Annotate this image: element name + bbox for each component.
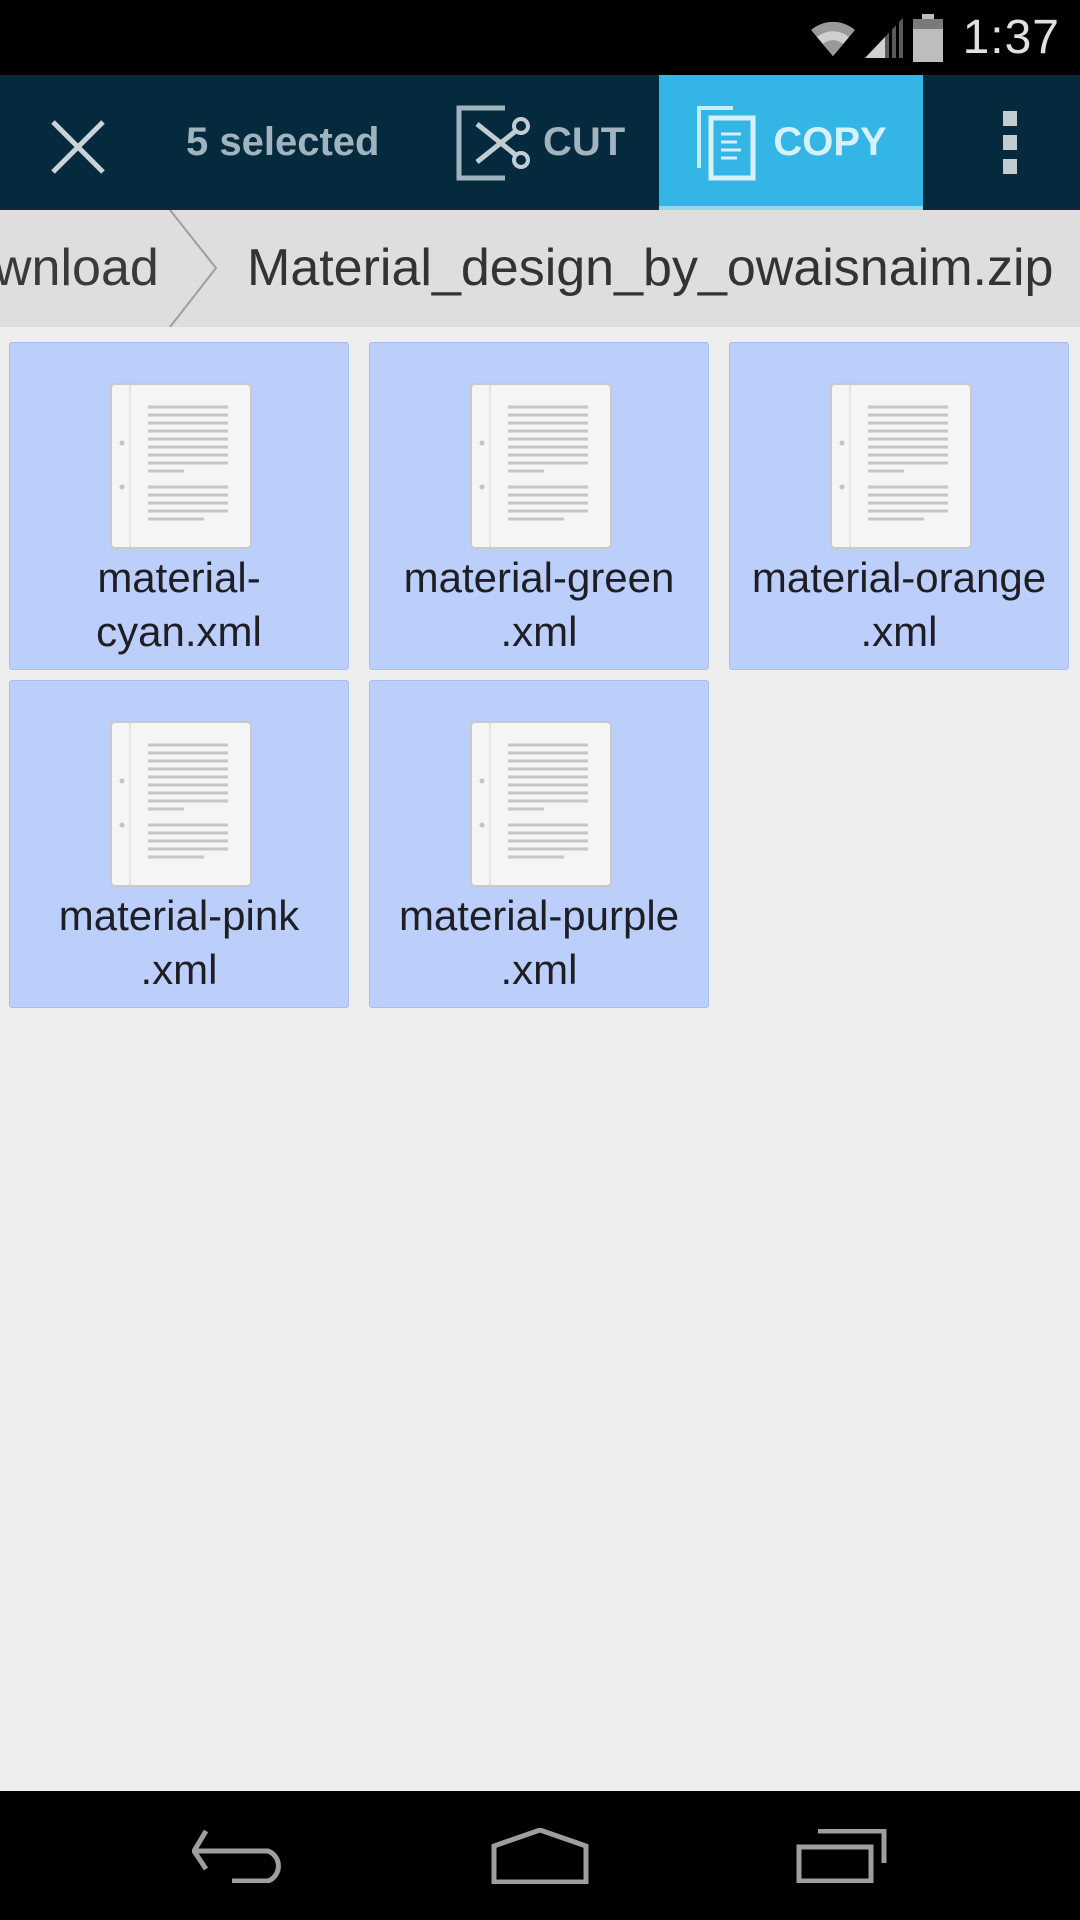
file-name-line: cyan.xml — [96, 608, 262, 655]
document-icon — [470, 721, 612, 887]
breadcrumb-item-current[interactable]: Material_design_by_owaisnaim.zip — [247, 210, 1053, 327]
file-item[interactable]: material- cyan.xml — [9, 342, 349, 670]
file-name-line: .xml — [500, 946, 578, 993]
file-name: material-orange .xml — [730, 551, 1068, 659]
status-icons: 1:37 — [809, 0, 1060, 75]
cut-icon — [456, 105, 530, 180]
more-vert-icon-dot — [1003, 135, 1017, 150]
file-name-line: .xml — [860, 608, 938, 655]
file-name: material-green .xml — [370, 551, 708, 659]
document-icon — [830, 383, 972, 549]
copy-icon — [697, 105, 756, 180]
more-vert-icon-dot — [1003, 111, 1017, 126]
selected-count: 5 selected — [186, 120, 380, 164]
document-icon — [110, 383, 252, 549]
file-name: material-purple .xml — [370, 889, 708, 997]
file-item[interactable]: material-pink .xml — [9, 680, 349, 1008]
battery-icon — [912, 13, 943, 62]
file-name-line: material-pink — [58, 892, 300, 939]
breadcrumb: wnload Material_design_by_owaisnaim.zip — [0, 210, 1080, 327]
status-clock: 1:37 — [962, 11, 1060, 64]
close-icon — [51, 120, 105, 174]
back-icon — [192, 1829, 281, 1883]
file-item[interactable]: material-green .xml — [369, 342, 709, 670]
more-vert-icon-dot — [1003, 159, 1017, 174]
breadcrumb-item-download[interactable]: wnload — [0, 210, 159, 327]
file-name-line: material-purple — [398, 892, 680, 939]
back-button[interactable] — [170, 1811, 310, 1901]
file-name-line: material-orange — [751, 554, 1047, 601]
document-icon — [470, 383, 612, 549]
close-selection-button[interactable] — [38, 107, 118, 187]
home-button[interactable] — [470, 1811, 610, 1901]
home-icon — [491, 1828, 589, 1884]
document-icon — [110, 721, 252, 887]
navigation-bar — [0, 1791, 1080, 1920]
wifi-icon — [810, 21, 855, 56]
status-bar: 1:37 — [0, 0, 1080, 75]
breadcrumb-separator-icon — [169, 210, 218, 327]
file-name-line: .xml — [500, 608, 578, 655]
file-item[interactable]: material-purple .xml — [369, 680, 709, 1008]
cut-button[interactable]: CUT — [455, 75, 655, 210]
file-name-line: material-green — [403, 554, 675, 601]
recents-button[interactable] — [774, 1811, 914, 1901]
file-name-line: material- — [97, 554, 261, 601]
cut-label: CUT — [543, 120, 626, 164]
contextual-action-bar: 5 selected CUT COPY — [0, 75, 1080, 210]
file-name-line: .xml — [140, 946, 218, 993]
copy-button[interactable]: COPY — [659, 75, 923, 210]
file-item[interactable]: material-orange .xml — [729, 342, 1069, 670]
file-name: material-pink .xml — [10, 889, 348, 997]
recents-icon — [796, 1829, 887, 1883]
cell-signal-icon — [864, 17, 903, 58]
overflow-menu-button[interactable] — [980, 75, 1040, 210]
file-name: material- cyan.xml — [10, 551, 348, 659]
copy-label: COPY — [773, 120, 887, 164]
